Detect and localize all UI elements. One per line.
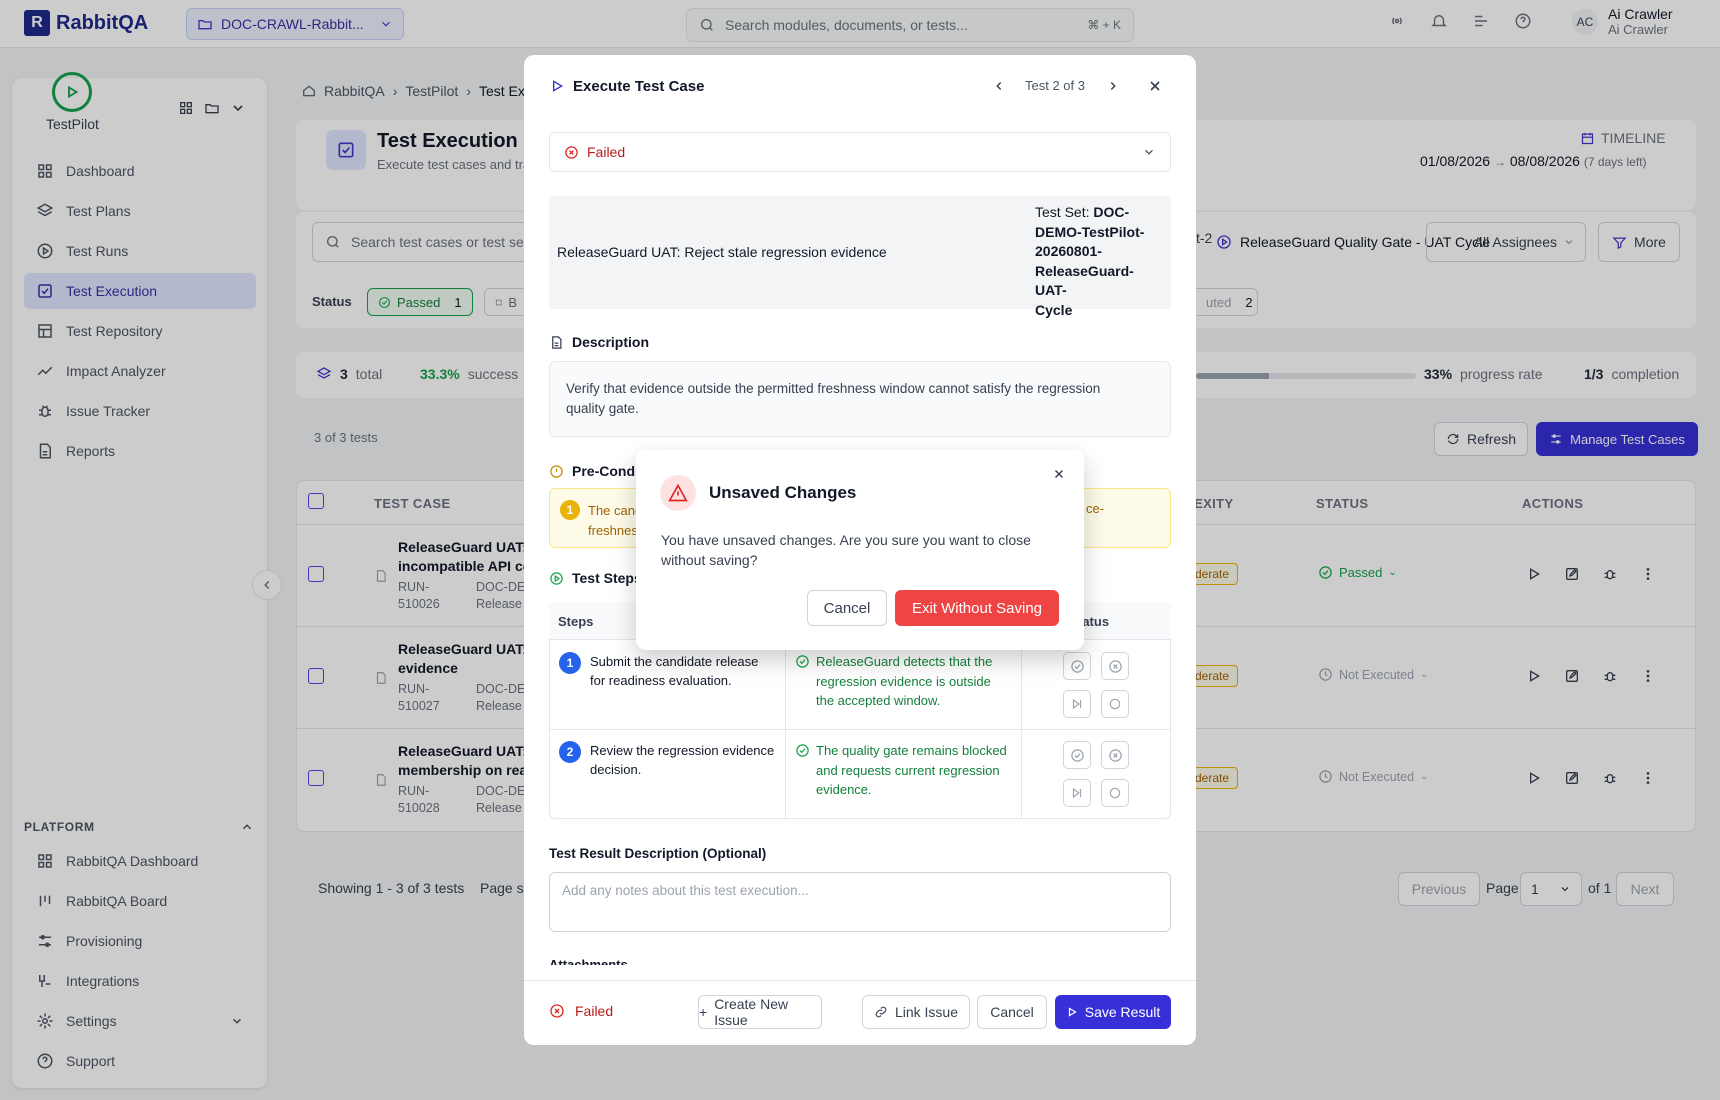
exit-without-saving-button[interactable]: Exit Without Saving — [895, 590, 1059, 626]
step-pass-button[interactable] — [1063, 741, 1091, 769]
test-navigation-text: Test 2 of 3 — [1025, 78, 1085, 93]
step-number: 2 — [559, 741, 581, 763]
skip-forward-icon — [1072, 698, 1082, 710]
check-circle-icon — [796, 655, 809, 668]
modal-cancel-button[interactable]: Cancel — [977, 995, 1047, 1029]
step-clear-button[interactable] — [1101, 779, 1129, 807]
close-icon[interactable] — [1052, 467, 1066, 481]
step-pass-button[interactable] — [1063, 652, 1091, 680]
chevron-down-icon — [1145, 149, 1153, 155]
steps-column-header: Steps — [558, 614, 594, 629]
dialog-title: Unsaved Changes — [709, 483, 857, 502]
result-description-label: Test Result Description (Optional) — [549, 846, 767, 861]
create-issue-button[interactable]: + Create New Issue — [698, 995, 822, 1029]
dialog-cancel-button[interactable]: Cancel — [807, 590, 887, 626]
step-action: Submit the candidate release for readines… — [590, 654, 759, 688]
step-fail-button[interactable] — [1101, 741, 1129, 769]
footer-status: Failed — [549, 1003, 613, 1019]
step-action: Review the regression evidence decision. — [590, 743, 775, 777]
precondition-number: 1 — [560, 500, 580, 520]
x-circle-icon — [565, 145, 578, 159]
precondition-text: The canc freshnes — [588, 503, 642, 538]
dialog-message: You have unsaved changes. Are you sure y… — [661, 532, 1031, 568]
document-icon — [552, 335, 562, 349]
check-circle-icon — [1070, 659, 1084, 673]
step-expected-result: ReleaseGuard detects that the regression … — [816, 654, 993, 708]
precondition-text-tail: ce- — [1086, 501, 1105, 516]
circle-icon — [1109, 698, 1121, 710]
precondition-section-title: Pre-Condi — [549, 463, 639, 479]
chevron-right-icon[interactable] — [1106, 79, 1120, 93]
check-circle-icon — [796, 744, 809, 757]
check-circle-icon — [1070, 748, 1084, 762]
step-number: 1 — [559, 652, 581, 674]
description-section-title: Description — [549, 334, 649, 350]
test-case-title: ReleaseGuard UAT: Reject stale regressio… — [557, 244, 887, 260]
play-icon — [1068, 1007, 1077, 1017]
skip-forward-icon — [1072, 787, 1082, 799]
modal-title: Execute Test Case — [573, 78, 705, 95]
x-circle-icon — [1108, 748, 1122, 762]
link-issue-button[interactable]: Link Issue — [862, 995, 970, 1029]
link-icon — [875, 1006, 887, 1018]
chevron-left-icon[interactable] — [992, 79, 1006, 93]
save-result-button[interactable]: Save Result — [1055, 995, 1171, 1029]
result-status-select[interactable]: Failed — [549, 132, 1171, 172]
x-circle-icon — [550, 1004, 564, 1018]
play-circle-icon — [550, 571, 563, 585]
step-clear-button[interactable] — [1101, 690, 1129, 718]
step-fail-button[interactable] — [1101, 652, 1129, 680]
step-skip-button[interactable] — [1063, 690, 1091, 718]
close-icon[interactable] — [1147, 78, 1163, 94]
warning-icon — [660, 475, 696, 511]
circle-icon — [1109, 787, 1121, 799]
alert-circle-icon — [550, 464, 563, 478]
attachments-label: Attachments — [549, 959, 1171, 965]
x-circle-icon — [1108, 659, 1122, 673]
plus-icon: + — [699, 1004, 708, 1020]
play-icon — [553, 80, 563, 92]
description-text: Verify that evidence outside the permitt… — [549, 361, 1171, 437]
step-expected-result: The quality gate remains blocked and requ… — [816, 743, 1007, 797]
test-steps-section-title: Test Steps — [549, 570, 642, 586]
step-skip-button[interactable] — [1063, 779, 1091, 807]
result-description-textarea[interactable]: Add any notes about this test execution.… — [549, 872, 1171, 932]
test-set-info: Test Set: DOC- DEMO-TestPilot- 20260801-… — [1035, 204, 1145, 318]
